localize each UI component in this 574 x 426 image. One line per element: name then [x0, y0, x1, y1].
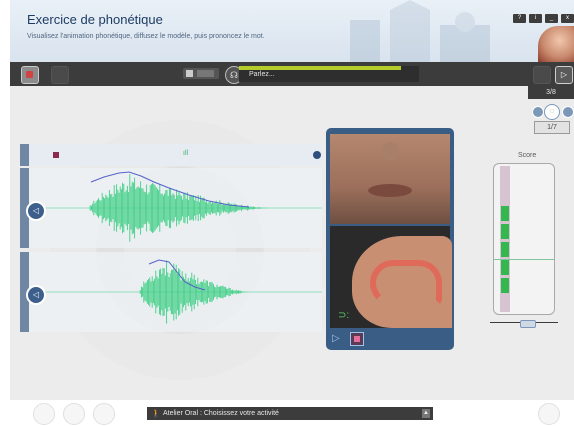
- user-waveform-panel: [20, 252, 322, 332]
- item-navigator: ◌: [528, 104, 574, 120]
- score-block: [501, 260, 509, 275]
- score-threshold-line: [494, 259, 554, 260]
- next-icon: ▷: [560, 70, 568, 79]
- front-face-view: [330, 134, 450, 224]
- bottom-circle-button[interactable]: [538, 403, 560, 425]
- lips: [368, 184, 412, 197]
- pitch-contour: [90, 171, 250, 208]
- bottom-circle-button[interactable]: [63, 403, 85, 425]
- slider-handle[interactable]: [520, 320, 536, 328]
- toolbar-blank-button[interactable]: [51, 66, 69, 84]
- bottom-circle-button[interactable]: [93, 403, 115, 425]
- page-subtitle: Visualisez l'animation phonétique, diffu…: [27, 33, 265, 40]
- current-item-icon[interactable]: ◌: [544, 104, 560, 120]
- play-icon[interactable]: ▷: [332, 332, 340, 346]
- next-item-button[interactable]: [562, 106, 574, 118]
- waveform-toolbar: ıll: [20, 144, 322, 166]
- home-icon: [26, 71, 33, 78]
- progress-fill: [239, 66, 401, 70]
- previous-item-button[interactable]: [532, 106, 544, 118]
- record-marker[interactable]: [53, 152, 59, 158]
- status-label: Parlez...: [249, 71, 275, 78]
- walking-person-icon: 🚶: [151, 409, 161, 418]
- vocal-tract: [370, 260, 442, 306]
- status-bar-text: Atelier Oral : Choisissez votre activité: [163, 410, 279, 417]
- home-button[interactable]: [21, 66, 39, 84]
- building-illustration: [350, 0, 490, 62]
- item-counter: 1/7: [534, 121, 570, 134]
- phonetic-animation-panel: ⊃: ▷: [326, 128, 454, 350]
- speaker-icon[interactable]: ◁: [26, 201, 46, 221]
- step-counter: 3/8: [528, 86, 574, 99]
- score-block: [501, 278, 509, 293]
- stop-icon: [354, 336, 360, 342]
- waveform-settings-button[interactable]: [313, 151, 321, 159]
- header: Exercice de phonétique Visualisez l'anim…: [10, 0, 574, 62]
- score-slider[interactable]: [490, 320, 558, 328]
- model-waveform: [29, 171, 322, 242]
- window-controls: ? i _ x: [513, 14, 574, 23]
- score-block: [501, 224, 509, 239]
- help-button[interactable]: ?: [513, 14, 526, 23]
- info-button[interactable]: i: [529, 14, 542, 23]
- score-label: Score: [518, 152, 537, 159]
- toolbar: ☊ Parlez... ▷: [10, 62, 574, 86]
- status-bar: 🚶 Atelier Oral : Choisissez votre activi…: [147, 407, 433, 420]
- expand-button[interactable]: ▲: [422, 409, 430, 418]
- record-progress: Parlez...: [239, 66, 419, 82]
- next-button[interactable]: ▷: [555, 66, 573, 84]
- close-button[interactable]: x: [561, 14, 574, 23]
- waveform-tab: [20, 144, 29, 166]
- animation-controls: ▷: [330, 332, 450, 346]
- stop-button[interactable]: [350, 332, 364, 346]
- audio-level-icon: ıll: [183, 150, 189, 157]
- speaker-icon-2[interactable]: ◁: [26, 285, 46, 305]
- side-section-view: ⊃:: [330, 226, 452, 328]
- face-photo: [538, 26, 574, 62]
- minimize-button[interactable]: _: [545, 14, 558, 23]
- score-block: [501, 206, 509, 221]
- app-window: Exercice de phonétique Visualisez l'anim…: [10, 0, 574, 400]
- sound-icon: ⊃:: [338, 310, 350, 321]
- score-meter: [493, 163, 555, 315]
- page-title: Exercice de phonétique: [27, 12, 163, 27]
- user-waveform: [29, 259, 322, 324]
- bottom-circle-button[interactable]: [33, 403, 55, 425]
- model-waveform-panel: [20, 168, 322, 248]
- toolbar-blank-button-2[interactable]: [533, 66, 551, 84]
- mode-switch[interactable]: [183, 68, 219, 79]
- score-block: [501, 242, 509, 257]
